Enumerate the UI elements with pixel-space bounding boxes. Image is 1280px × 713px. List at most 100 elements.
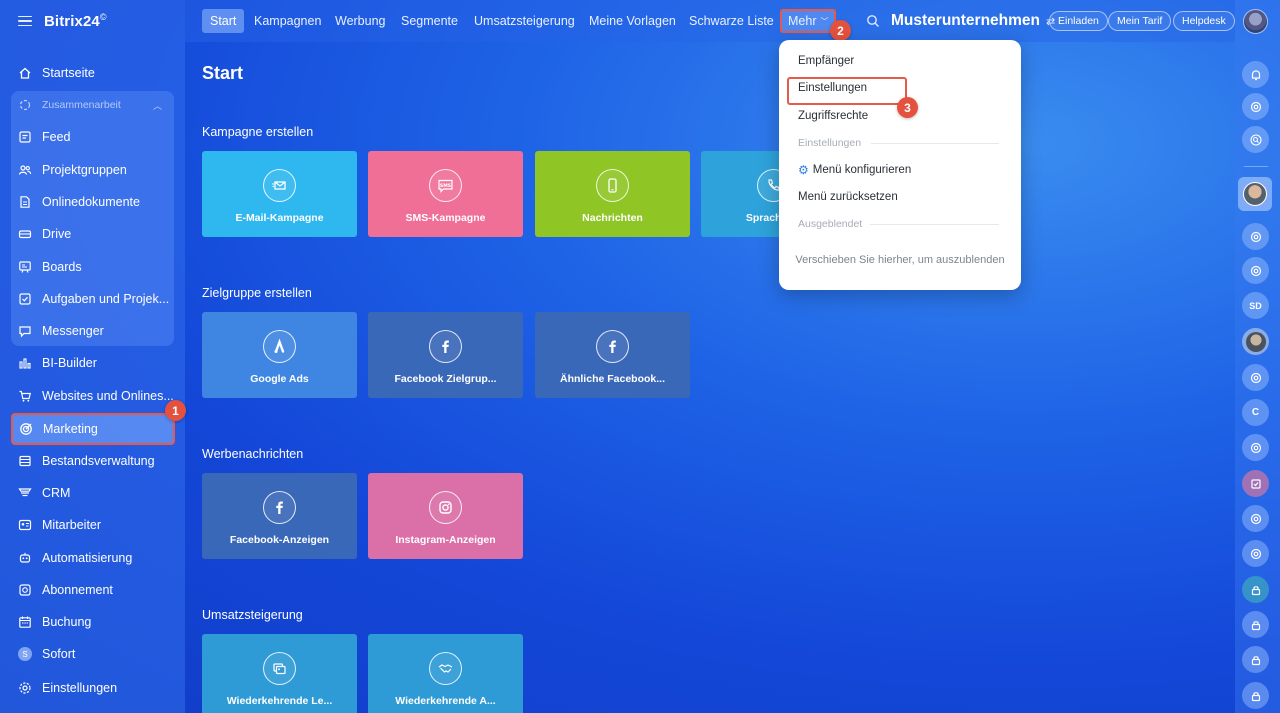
menu-divider [871, 143, 999, 144]
helpdesk-button[interactable]: Helpdesk [1173, 11, 1235, 31]
menu-divider [870, 224, 999, 225]
lock-icon[interactable] [1242, 682, 1269, 709]
sidebar-item-websites[interactable]: Websites und Onlines... [12, 381, 174, 411]
lock-icon[interactable] [1242, 611, 1269, 638]
page-title: Start [202, 63, 244, 83]
gear-icon: ⚙ [798, 163, 809, 177]
tile-wiederkehrende-auftraege[interactable]: Wiederkehrende A... [368, 634, 523, 713]
menu-item-empfaenger[interactable]: Empfänger [798, 55, 854, 67]
sidebar-item-messenger[interactable]: Messenger [12, 316, 174, 346]
facebook-icon [263, 491, 296, 524]
sidebar-item-buchung[interactable]: Buchung [12, 607, 174, 637]
chat-channel-icon[interactable] [1242, 434, 1269, 461]
notifications-icon[interactable] [1242, 61, 1269, 88]
tile-google-ads[interactable]: Google Ads [202, 312, 357, 398]
sidebar-item-automatisierung[interactable]: Automatisierung [12, 543, 174, 573]
sidebar-item-crm[interactable]: CRM [12, 478, 174, 508]
instagram-icon [429, 491, 462, 524]
menu-section-einstellungen: Einstellungen [798, 137, 862, 149]
sidebar-item-sofort[interactable]: S Sofort [12, 639, 174, 669]
tab-kampagnen[interactable]: Kampagnen [246, 9, 329, 33]
menu-item-configure[interactable]: ⚙ Menü konfigurieren [798, 163, 911, 177]
chat-channel-icon[interactable] [1242, 257, 1269, 284]
invite-button[interactable]: Einladen [1049, 11, 1108, 31]
boards-icon [18, 260, 32, 274]
repeat-lead-icon [263, 652, 296, 685]
hidden-drop-hint: Verschieben Sie hierher, um auszublenden [795, 254, 1005, 266]
app-logo[interactable]: Bitrix24© [44, 12, 107, 30]
sidebar-item-boards[interactable]: Boards [12, 252, 174, 282]
tab-start[interactable]: Start [202, 9, 245, 33]
tile-email-kampagne[interactable]: E-Mail-Kampagne [202, 151, 357, 237]
tab-meine-vorlagen[interactable]: Meine Vorlagen [581, 9, 684, 33]
tab-umsatzsteigerung[interactable]: Umsatzsteigerung [466, 9, 583, 33]
feed-icon [18, 130, 32, 144]
lock-icon[interactable] [1242, 576, 1269, 603]
home-icon [18, 66, 32, 80]
facebook-icon [596, 330, 629, 363]
more-dropdown-menu: Empfänger Einstellungen Zugriffsrechte E… [779, 40, 1021, 290]
menu-item-einstellungen[interactable]: Einstellungen [798, 82, 867, 94]
chat-channel-icon[interactable] [1242, 540, 1269, 567]
section-title-zielgruppe: Zielgruppe erstellen [202, 286, 312, 300]
chat-person-avatar[interactable] [1242, 328, 1269, 355]
chat-channel-icon[interactable] [1242, 223, 1269, 250]
tile-sprachuebertragung[interactable]: Sprachübe [701, 151, 781, 237]
search-icon[interactable] [866, 14, 880, 28]
tile-instagram-anzeigen[interactable]: Instagram-Anzeigen [368, 473, 523, 559]
sidebar-item-bestandsverwaltung[interactable]: Bestandsverwaltung [12, 446, 174, 476]
chat-channel-icon[interactable] [1242, 364, 1269, 391]
tile-nachrichten[interactable]: Nachrichten [535, 151, 690, 237]
tab-segmente[interactable]: Segmente [393, 9, 466, 33]
messenger-icon [18, 324, 32, 338]
my-plan-button[interactable]: Mein Tarif [1108, 11, 1172, 31]
chat-search-icon[interactable] [1242, 126, 1269, 153]
tile-facebook-zielgruppe[interactable]: Facebook Zielgrup... [368, 312, 523, 398]
tile-sms-kampagne[interactable]: SMS SMS-Kampagne [368, 151, 523, 237]
copilot-icon[interactable] [1242, 93, 1269, 120]
svg-text:SMS: SMS [440, 183, 451, 189]
tile-wiederkehrende-leads[interactable]: Wiederkehrende Le... [202, 634, 357, 713]
menu-burger-icon[interactable] [18, 15, 32, 27]
tasks-icon [18, 292, 32, 306]
sidebar-item-marketing[interactable]: Marketing [11, 413, 175, 445]
chat-sd-avatar[interactable]: SD [1242, 292, 1269, 319]
chat-task-icon[interactable] [1242, 470, 1269, 497]
sidebar-item-bi-builder[interactable]: BI-Builder [12, 348, 174, 378]
chat-c-avatar[interactable]: C [1242, 399, 1269, 426]
sidebar-item-einstellungen[interactable]: Einstellungen [12, 673, 174, 703]
tab-werbung[interactable]: Werbung [327, 9, 394, 33]
crm-icon [18, 486, 32, 500]
section-title-werbenachrichten: Werbenachrichten [202, 447, 304, 461]
target-icon [19, 422, 33, 436]
menu-item-zugriffsrechte[interactable]: Zugriffsrechte [798, 110, 868, 122]
tile-facebook-anzeigen[interactable]: Facebook-Anzeigen [202, 473, 357, 559]
document-icon [18, 195, 32, 209]
group-header-zusammenarbeit[interactable]: Zusammenarbeit ︿ [18, 96, 168, 114]
sidebar-item-aufgaben[interactable]: Aufgaben und Projek... [12, 284, 174, 314]
phone-icon [596, 169, 629, 202]
sms-icon: SMS [429, 169, 462, 202]
annotation-badge-2: 2 [830, 20, 851, 41]
tile-aehnliche-facebook[interactable]: Ähnliche Facebook... [535, 312, 690, 398]
menu-item-reset[interactable]: Menü zurücksetzen [798, 191, 898, 203]
tab-more-button[interactable]: Mehr ﹀ [780, 9, 837, 33]
rail-contact-avatar[interactable] [1238, 177, 1272, 211]
chevron-up-icon: ︿ [152, 100, 162, 111]
sidebar-item-feed[interactable]: Feed [12, 122, 174, 152]
company-name[interactable]: Musterunternehmen ⇄ [891, 12, 1055, 30]
chat-channel-icon[interactable] [1242, 505, 1269, 532]
tab-schwarze-liste[interactable]: Schwarze Liste [681, 9, 782, 33]
section-title-kampagne: Kampagne erstellen [202, 125, 314, 139]
sidebar-item-mitarbeiter[interactable]: Mitarbeiter [12, 510, 174, 540]
subscription-icon [18, 583, 32, 597]
robot-icon [18, 551, 32, 565]
lock-icon[interactable] [1242, 646, 1269, 673]
sidebar-item-drive[interactable]: Drive [12, 219, 174, 249]
sidebar-item-abonnement[interactable]: Abonnement [12, 575, 174, 605]
annotation-badge-3: 3 [897, 97, 918, 118]
collaboration-icon [18, 98, 32, 112]
sidebar-item-projektgruppen[interactable]: Projektgruppen [12, 155, 174, 185]
sidebar-item-startseite[interactable]: Startseite [12, 58, 174, 88]
sidebar-item-onlinedokumente[interactable]: Onlinedokumente [12, 187, 174, 217]
